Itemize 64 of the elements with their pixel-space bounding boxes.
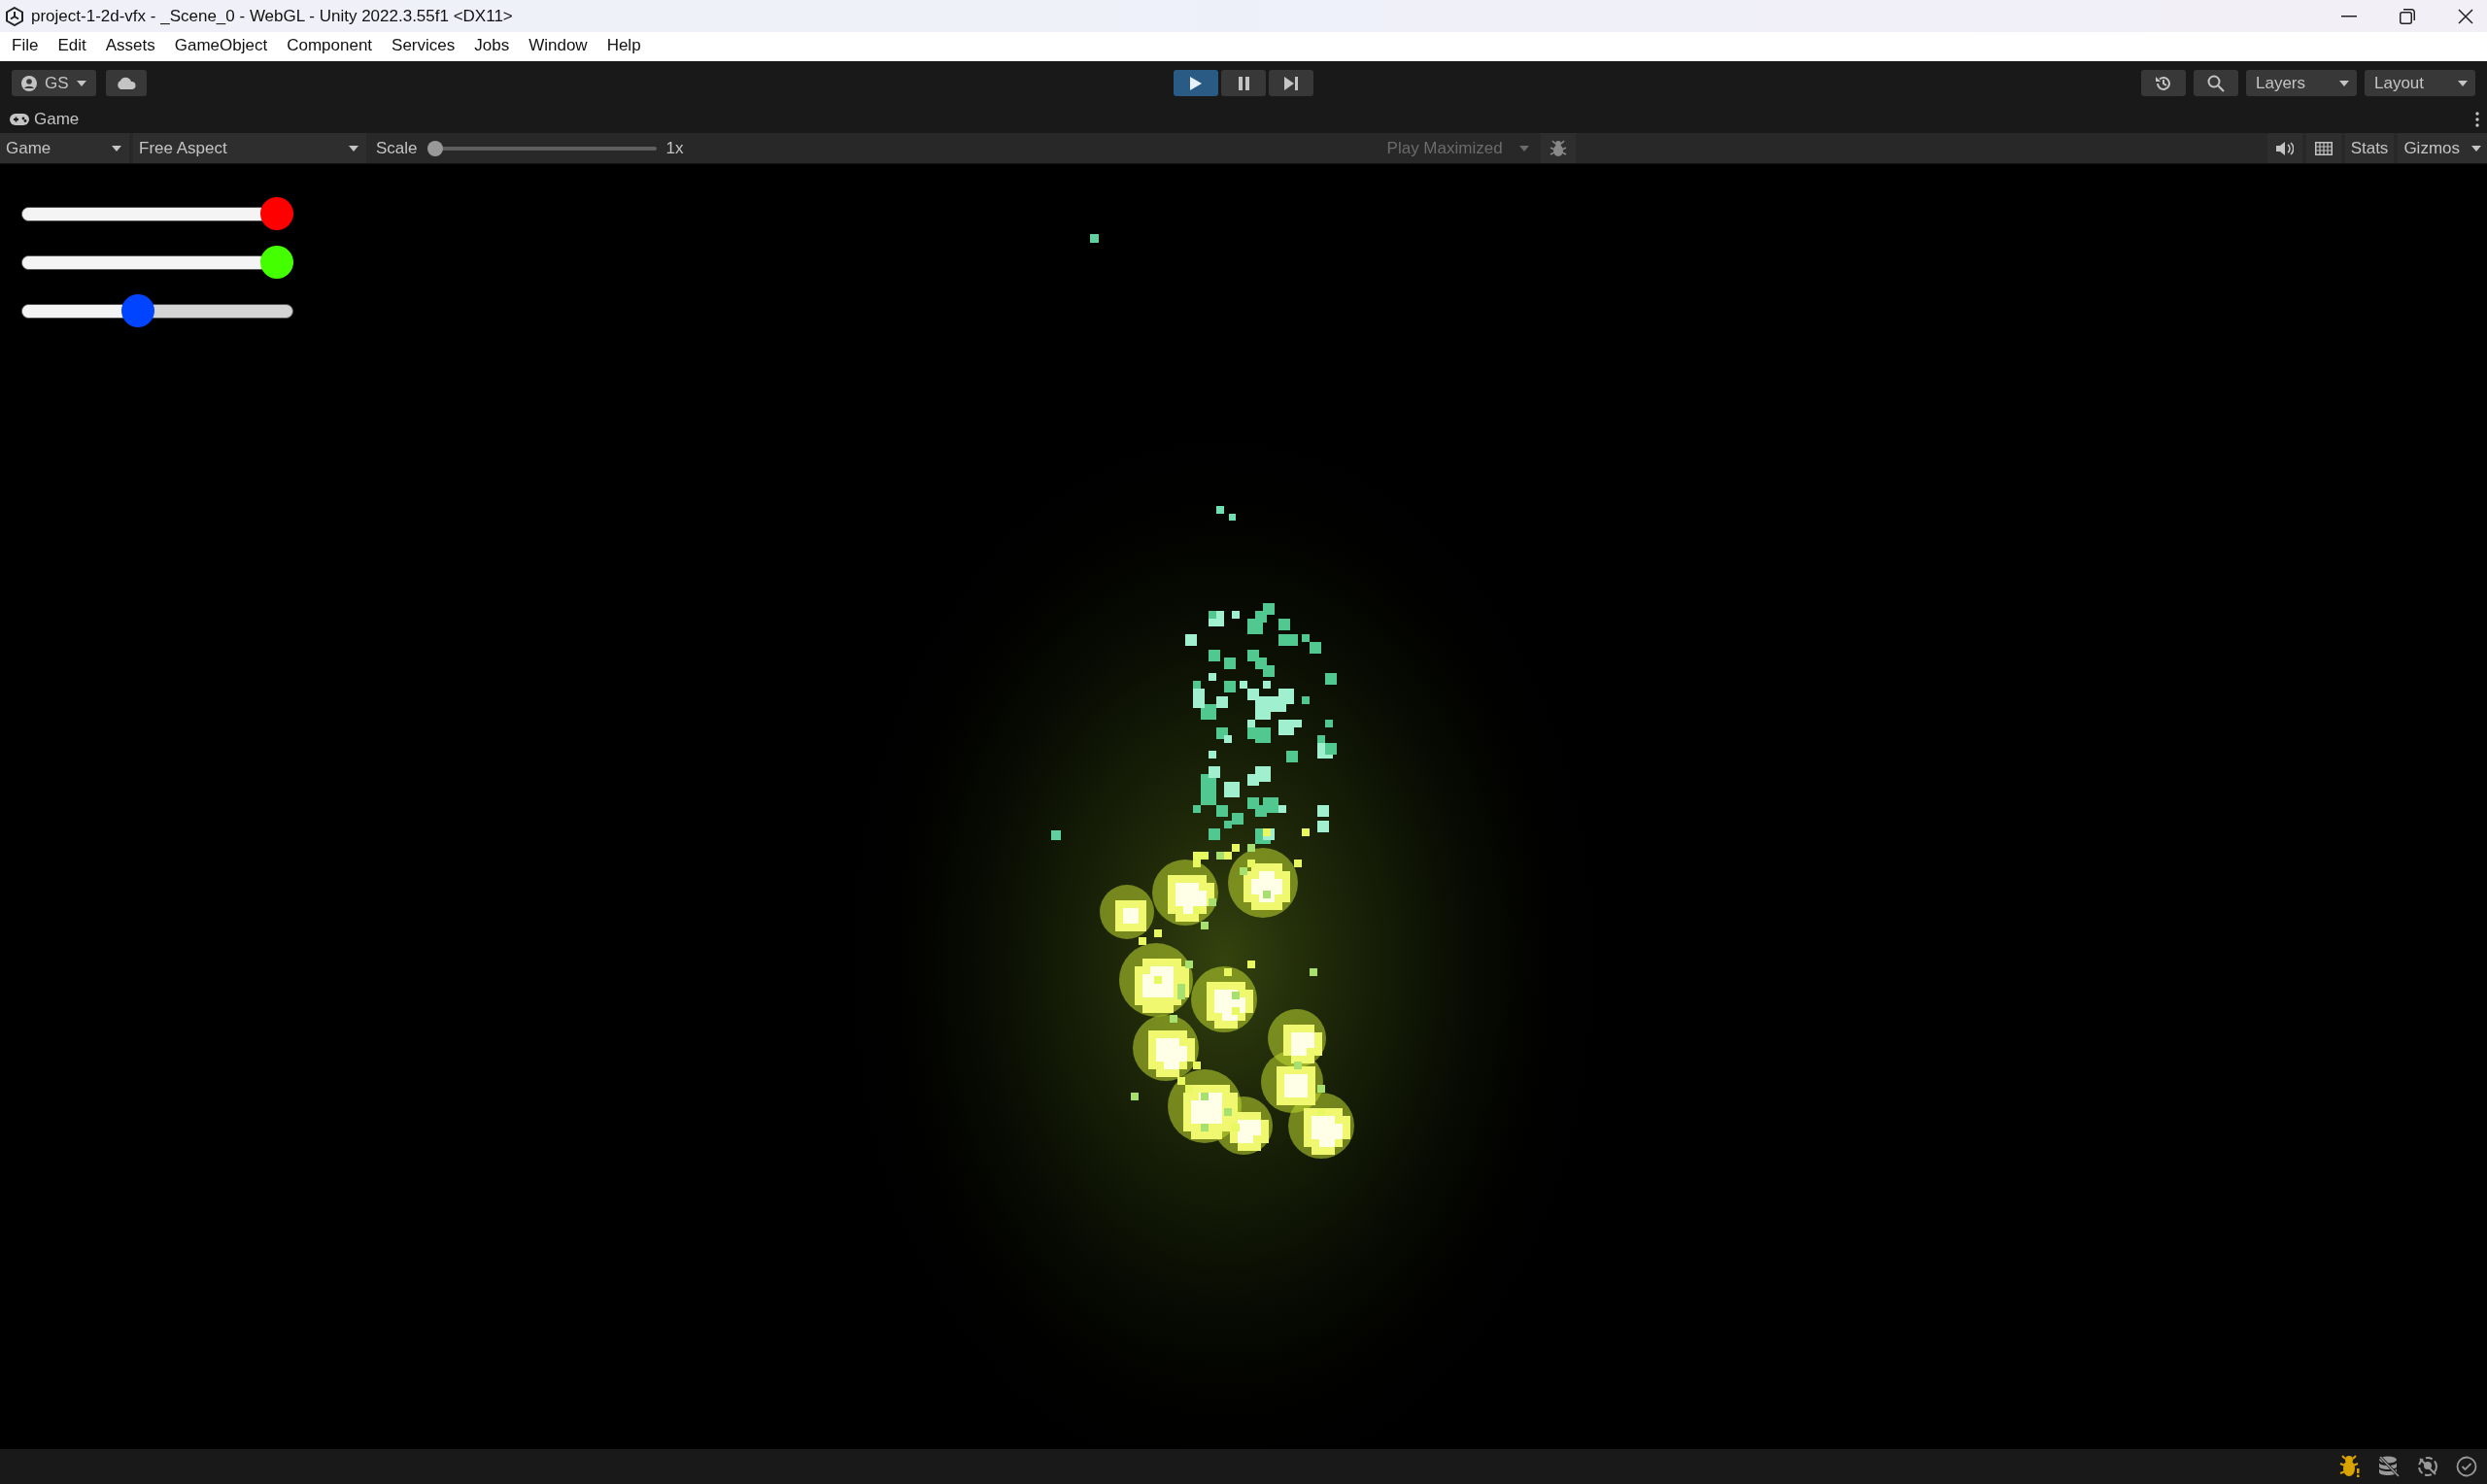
stats-button[interactable]: Stats [2344,133,2395,163]
slider[interactable] [21,294,293,327]
menu-item[interactable]: Component [277,36,383,57]
history-icon [2155,74,2172,92]
slider-thumb[interactable] [121,294,155,327]
slider[interactable] [21,197,293,230]
unity-logo-icon [6,6,23,26]
more-options-icon[interactable] [2475,111,2479,127]
close-icon[interactable] [2458,8,2473,24]
person-icon [21,75,37,91]
minimize-icon[interactable] [2341,15,2357,17]
grid-icon [2314,141,2333,155]
debug-button[interactable] [1540,133,1576,163]
bug-icon [1549,139,1567,157]
menu-item[interactable]: GameObject [164,36,278,57]
menu-item[interactable]: Window [519,36,597,57]
gamepad-icon [10,113,29,125]
slider-thumb[interactable] [260,246,293,279]
step-icon [1284,76,1298,90]
speaker-icon [2275,141,2294,155]
slider[interactable] [21,246,293,279]
cloud-button[interactable] [105,70,147,96]
caret-icon [1518,145,1529,152]
account-dropdown[interactable]: GS [12,70,96,96]
step-button[interactable] [1269,70,1313,96]
menu-item[interactable]: Edit [48,36,96,57]
menu-item[interactable]: Jobs [464,36,520,57]
history-button[interactable] [2141,70,2186,96]
layout-dropdown[interactable]: Layout [2365,70,2475,96]
menu-item[interactable]: File [2,36,49,57]
menu-item[interactable]: Services [382,36,465,57]
gizmos-button[interactable]: Gizmos [2398,133,2487,163]
check-circle-icon[interactable] [2456,1456,2477,1477]
caret-icon [349,145,358,152]
restore-icon[interactable] [2400,8,2415,24]
database-off-icon[interactable] [2378,1456,2400,1477]
search-button[interactable] [2194,70,2238,96]
pause-button[interactable] [1221,70,1266,96]
slider-thumb[interactable] [426,140,443,156]
layers-dropdown[interactable]: Layers [2246,70,2357,96]
scale-label: Scale [376,138,418,158]
caret-icon [2471,145,2481,152]
scale-slider[interactable] [426,140,657,156]
menu-item[interactable]: Help [596,36,651,57]
play-icon [1190,76,1202,90]
play-button[interactable] [1174,70,1218,96]
mute-audio-button[interactable] [2266,133,2302,163]
caret-icon [76,80,86,86]
caret-icon [2339,80,2349,86]
caret-icon [2458,80,2468,86]
display-dropdown[interactable]: Game [0,133,129,163]
blocked-icon[interactable] [2417,1456,2438,1477]
slider-thumb[interactable] [260,197,293,230]
window-title: project-1-2d-vfx - _Scene_0 - WebGL - Unity 2022.3.55f1 <DX11> [31,6,513,26]
bug-warning-icon[interactable] [2339,1455,2361,1478]
game-tab[interactable]: Game [10,109,80,129]
caret-icon [112,145,121,152]
scale-value: 1x [665,138,684,158]
cloud-icon [115,77,137,89]
grid-button[interactable] [2305,133,2341,163]
search-icon [2207,74,2225,92]
aspect-dropdown[interactable]: Free Aspect [133,133,366,163]
pause-icon [1238,76,1249,90]
menu-item[interactable]: Assets [95,36,165,57]
